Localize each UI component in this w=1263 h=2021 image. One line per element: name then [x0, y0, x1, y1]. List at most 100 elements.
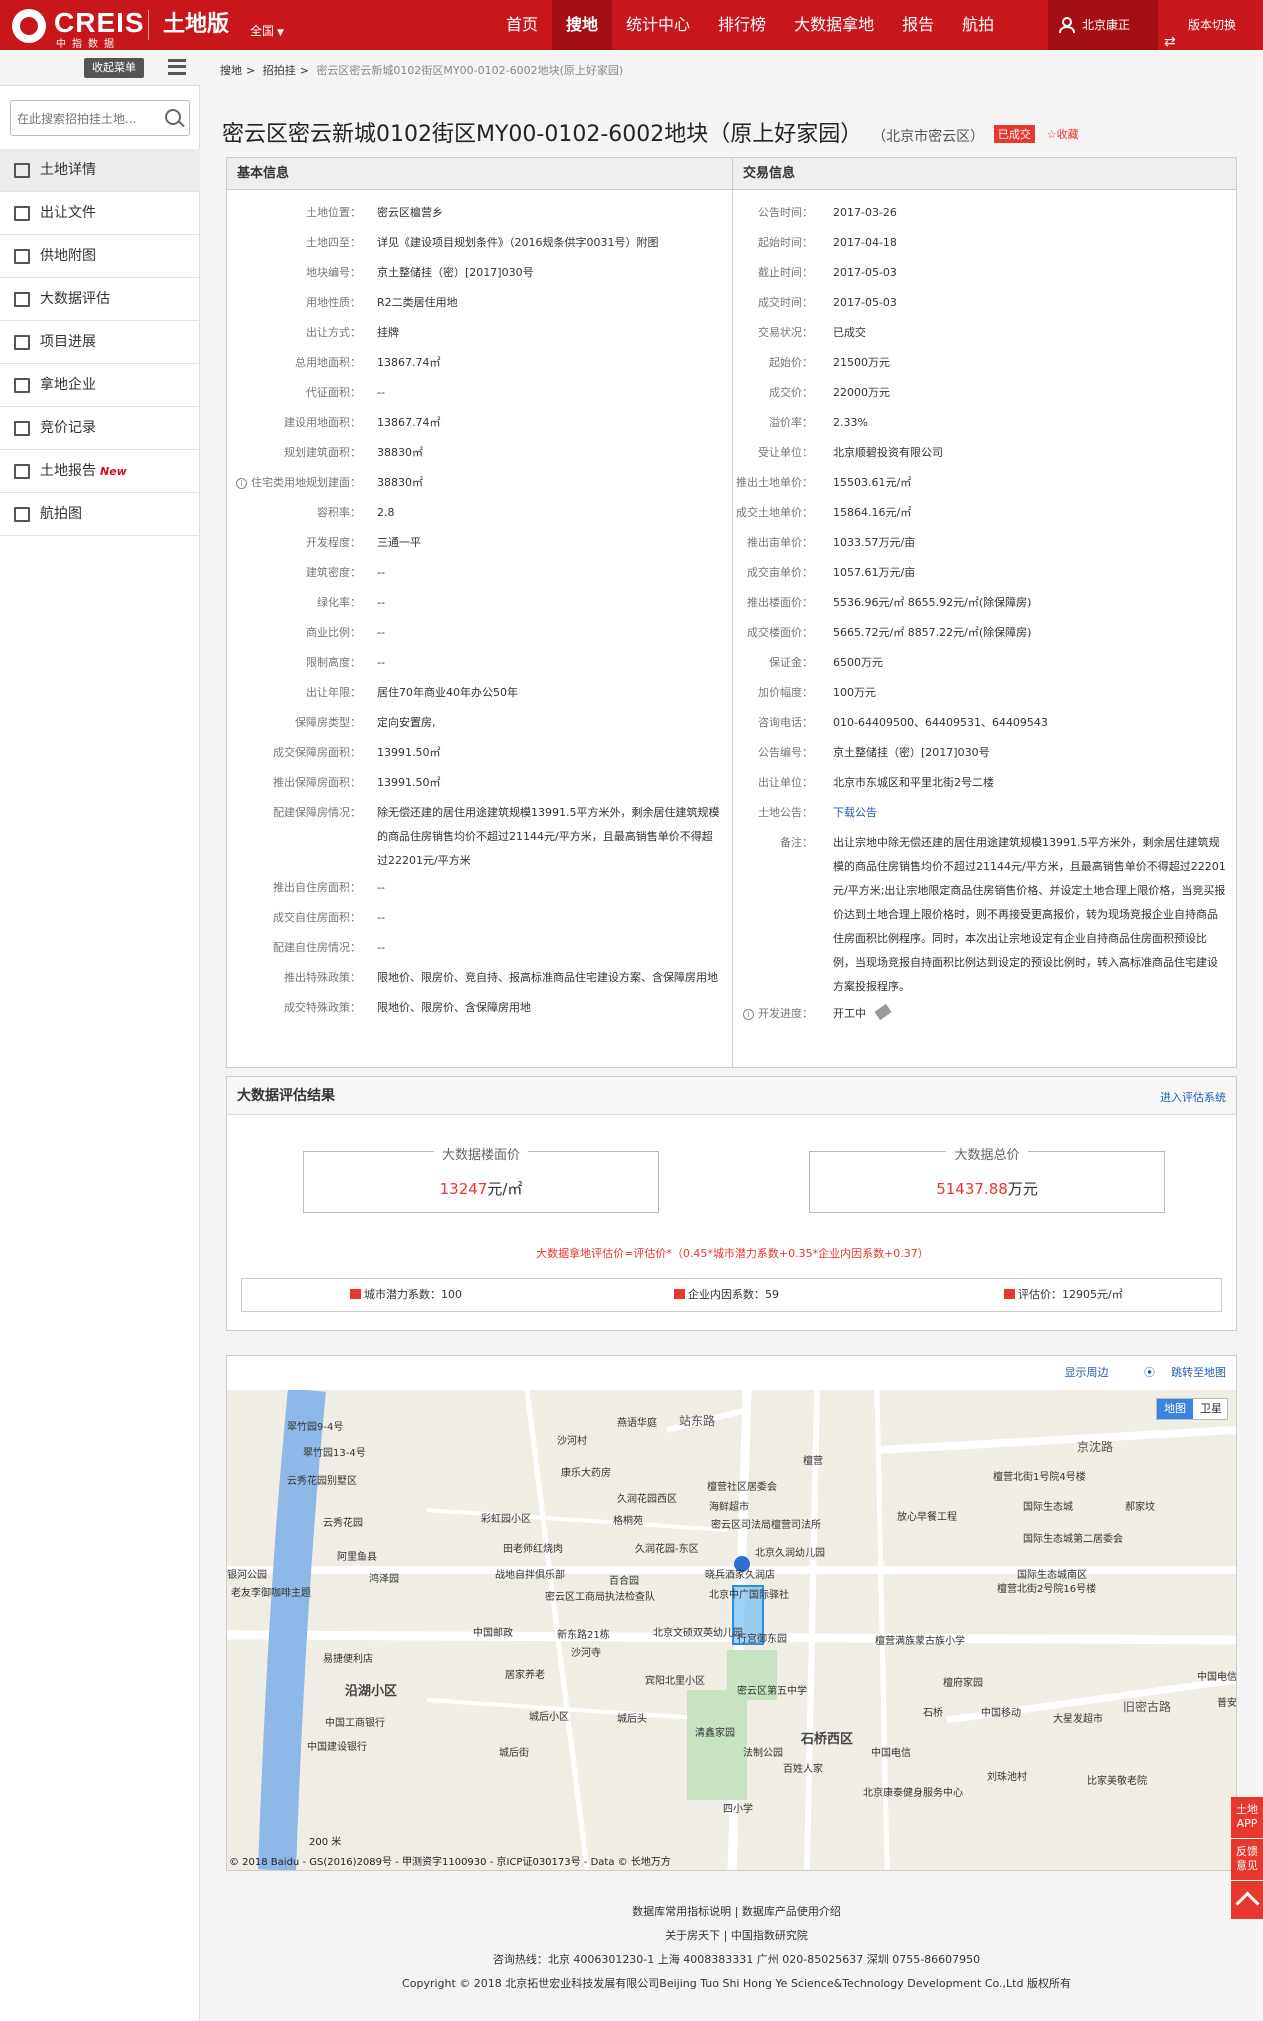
map-poi[interactable]: 刘珠池村: [987, 1768, 1027, 1783]
map-poi[interactable]: 中国工商银行: [325, 1714, 385, 1729]
map-poi[interactable]: 国际生态城: [1023, 1498, 1073, 1513]
map-poi[interactable]: 中国邮政: [473, 1624, 513, 1639]
map-poi[interactable]: 宾阳北里小区: [645, 1672, 705, 1687]
map-poi[interactable]: 翠竹园13-4号: [303, 1444, 366, 1459]
user-menu[interactable]: 北京康正: [1048, 0, 1158, 50]
nav-bigdata[interactable]: 大数据拿地: [780, 0, 888, 50]
creis-logo[interactable]: CREIS 中指数据: [12, 7, 162, 50]
collapse-menu-button[interactable]: 收起菜单: [84, 58, 144, 78]
footer-link[interactable]: 数据库产品使用介绍: [742, 1905, 841, 1918]
nav-stats[interactable]: 统计中心: [612, 0, 704, 50]
map-poi[interactable]: 老友李御咖啡主题: [231, 1584, 311, 1599]
map-poi[interactable]: 京沈路: [1077, 1438, 1113, 1455]
search-input[interactable]: [17, 109, 157, 129]
map-poi[interactable]: 银河公园: [227, 1566, 267, 1581]
map-poi[interactable]: 四小学: [723, 1800, 753, 1815]
footer-link[interactable]: 关于房天下: [665, 1929, 720, 1942]
map-poi[interactable]: 沙河村: [557, 1432, 587, 1447]
map-canvas[interactable]: 地图 卫星 200 米 © 2018 Baidu - GS(2016)2089号…: [227, 1390, 1236, 1870]
map-poi[interactable]: 城后头: [617, 1710, 647, 1725]
sidebar-item-land-maps[interactable]: 供地附图: [0, 235, 200, 278]
map-poi[interactable]: 久润花园西区: [617, 1490, 677, 1505]
enter-eval-link[interactable]: 进入评估系统: [1160, 1089, 1226, 1105]
map-poi[interactable]: 檀营北街2号院16号楼: [997, 1580, 1096, 1595]
map-poi[interactable]: 沿湖小区: [345, 1680, 397, 1699]
footer-link[interactable]: 中国指数研究院: [731, 1929, 808, 1942]
map-poi[interactable]: 城后小区: [529, 1708, 569, 1723]
map-poi[interactable]: 海鲜超市: [709, 1498, 749, 1513]
map-poi[interactable]: 站东路: [679, 1412, 715, 1429]
map-poi[interactable]: 檀府家园: [943, 1674, 983, 1689]
map-poi[interactable]: 檀营社区居委会: [707, 1478, 777, 1493]
sidebar-item-bid-records[interactable]: 竞价记录: [0, 407, 200, 450]
map-poi[interactable]: 檀营北街1号院4号楼: [993, 1468, 1086, 1483]
map-poi[interactable]: 普安: [1217, 1694, 1236, 1709]
breadcrumb-item[interactable]: 搜地: [220, 64, 242, 77]
map-poi[interactable]: 清鑫家园: [695, 1724, 735, 1739]
map-poi[interactable]: 石桥西区: [801, 1728, 853, 1747]
sidebar-item-land-detail[interactable]: 土地详情: [0, 149, 200, 192]
map-poi[interactable]: 战地自拌俱乐部: [495, 1566, 565, 1581]
sidebar-item-aerial[interactable]: 航拍图: [0, 493, 200, 536]
app-button[interactable]: 土地APP: [1231, 1797, 1263, 1839]
breadcrumb-item[interactable]: 招拍挂: [263, 64, 296, 77]
map-poi[interactable]: 格桐苑: [613, 1512, 643, 1527]
map-poi[interactable]: 城后街: [499, 1744, 529, 1759]
map-poi[interactable]: 翠竹园9-4号: [287, 1418, 343, 1433]
map-poi[interactable]: 北京久润幼儿园: [755, 1544, 825, 1559]
show-nearby-link[interactable]: 显示周边: [1065, 1366, 1109, 1379]
nav-home[interactable]: 首页: [492, 0, 552, 50]
nav-report[interactable]: 报告: [888, 0, 948, 50]
menu-icon[interactable]: [168, 59, 186, 75]
map-poi[interactable]: 大星发超市: [1053, 1710, 1103, 1725]
sidebar-item-enterprise[interactable]: 拿地企业: [0, 364, 200, 407]
map-poi[interactable]: 田老师红烧肉: [503, 1540, 563, 1555]
map-poi[interactable]: 云秀花园别墅区: [287, 1472, 357, 1487]
nav-aerial[interactable]: 航拍: [948, 0, 1008, 50]
sidebar-item-land-report[interactable]: 土地报告 New: [0, 450, 200, 493]
version-switch[interactable]: ⇄ 版本切换: [1160, 0, 1263, 50]
map-poi[interactable]: 云秀花园: [323, 1514, 363, 1529]
map-poi[interactable]: 中国电信: [1197, 1668, 1236, 1683]
map-poi[interactable]: 百姓人家: [783, 1760, 823, 1775]
sidebar-item-bigdata-eval[interactable]: 大数据评估: [0, 278, 200, 321]
map-poi[interactable]: 居家养老: [505, 1666, 545, 1681]
back-to-top-icon[interactable]: [1231, 1881, 1263, 1919]
region-selector[interactable]: 全国 ▼: [250, 22, 284, 39]
download-notice-link[interactable]: 下载公告: [833, 798, 1237, 828]
map-poi[interactable]: 康乐大药房: [561, 1464, 611, 1479]
map-poi[interactable]: 沙河寺: [571, 1644, 601, 1659]
map-poi[interactable]: 石桥: [923, 1704, 943, 1719]
map-poi[interactable]: 阿里鱼县: [337, 1548, 377, 1563]
map-poi[interactable]: 国际生态城南区: [1017, 1566, 1087, 1581]
nav-ranking[interactable]: 排行榜: [704, 0, 780, 50]
map-type-map-button[interactable]: 地图: [1157, 1399, 1193, 1419]
map-poi[interactable]: 燕语华庭: [617, 1414, 657, 1429]
search-icon[interactable]: [165, 109, 181, 125]
map-type-satellite-button[interactable]: 卫星: [1193, 1399, 1229, 1419]
map-poi[interactable]: 旧密古路: [1123, 1698, 1171, 1715]
map-poi[interactable]: 密云区司法局檀营司法所: [711, 1516, 821, 1531]
map-poi[interactable]: 久润花园-东区: [635, 1540, 699, 1555]
map-poi[interactable]: 国际生态城第二居委会: [1023, 1530, 1123, 1545]
map-poi[interactable]: 密云区第五中学: [737, 1682, 807, 1697]
map-poi[interactable]: 晓兵酒家久润店: [705, 1566, 775, 1581]
map-poi[interactable]: 北京康泰健身服务中心: [863, 1784, 963, 1799]
footer-link[interactable]: 数据库常用指标说明: [632, 1905, 731, 1918]
map-poi[interactable]: 百合园: [609, 1572, 639, 1587]
map-poi[interactable]: 郝家坟: [1125, 1498, 1155, 1513]
map-poi[interactable]: 北京中广国际驿社: [709, 1586, 789, 1601]
map-poi[interactable]: 比家美敬老院: [1087, 1772, 1147, 1787]
map-poi[interactable]: 鸿泽园: [369, 1570, 399, 1585]
nav-search-land[interactable]: 搜地: [552, 0, 613, 50]
map-poi[interactable]: 彩虹园小区: [481, 1510, 531, 1525]
edit-pencil-icon[interactable]: [874, 1003, 892, 1021]
map-poi[interactable]: 密云区工商局执法检查队: [545, 1588, 655, 1603]
info-icon[interactable]: i: [236, 478, 247, 489]
map-poi[interactable]: 法制公园: [743, 1744, 783, 1759]
feedback-button[interactable]: 反馈意见: [1231, 1839, 1263, 1881]
map-poi[interactable]: 檀营: [803, 1452, 823, 1467]
sidebar-item-project-progress[interactable]: 项目进展: [0, 321, 200, 364]
map-poi[interactable]: 中国建设银行: [307, 1738, 367, 1753]
favorite-button[interactable]: ☆收藏: [1047, 128, 1079, 141]
